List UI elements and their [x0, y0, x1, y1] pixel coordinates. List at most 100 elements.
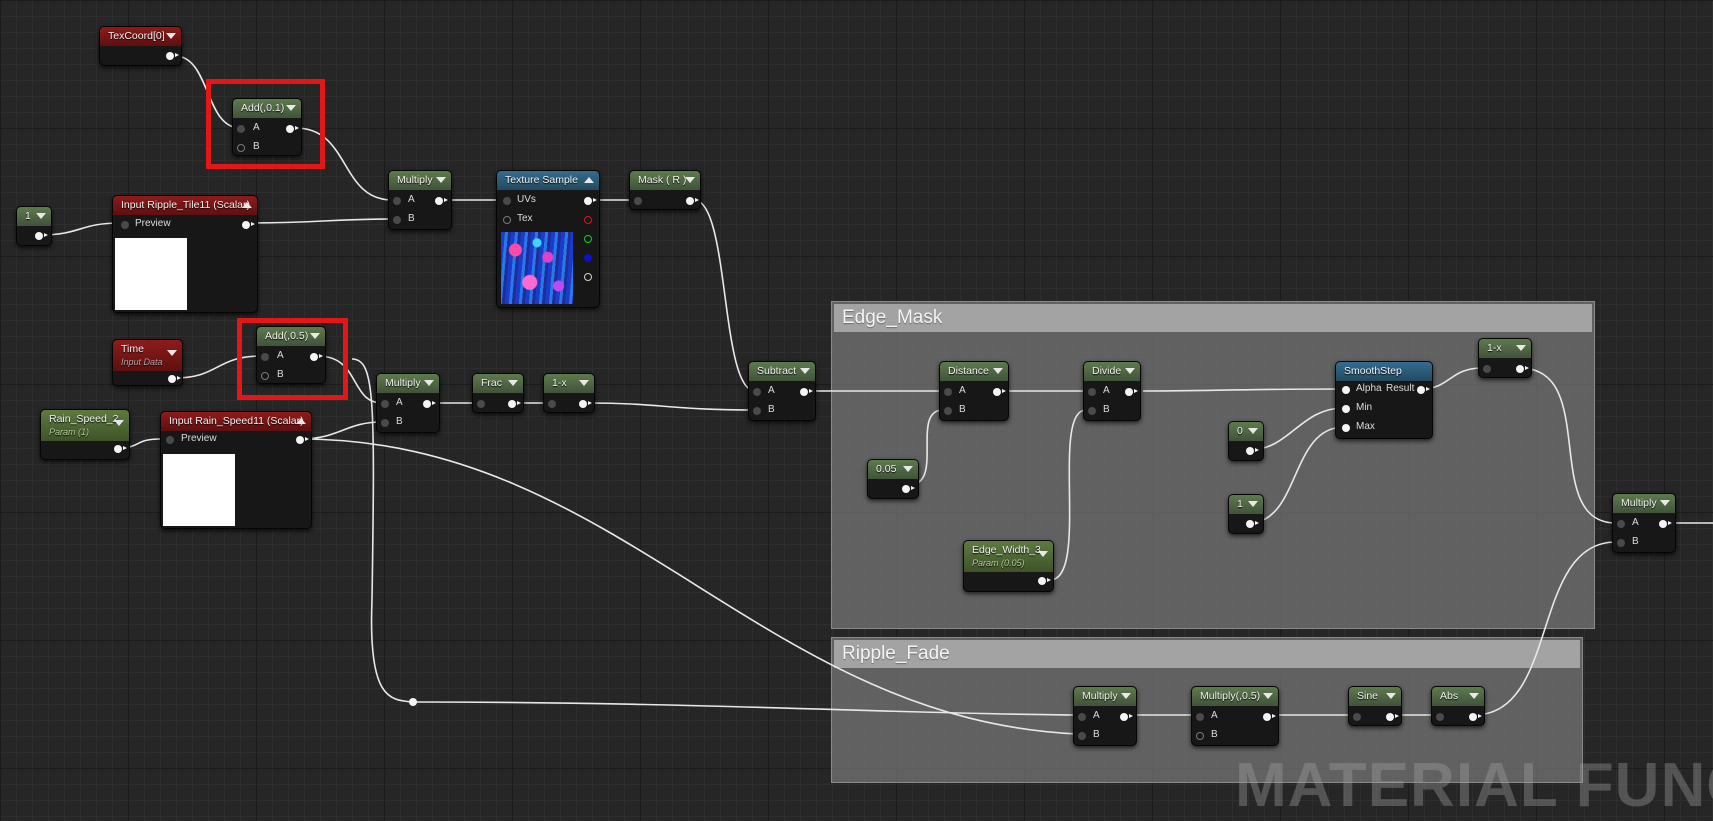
- input-pin[interactable]: [634, 197, 642, 205]
- collapse-arrow-icon[interactable]: [114, 420, 124, 426]
- input-pin-b[interactable]: [1617, 539, 1625, 547]
- input-pin-b[interactable]: [753, 407, 761, 415]
- distance-node[interactable]: Distance A B: [939, 361, 1009, 421]
- one-minus-x-node-right[interactable]: 1-x: [1478, 338, 1532, 378]
- texcoord-node[interactable]: TexCoord[0]: [99, 26, 182, 66]
- texture-sample-node[interactable]: Texture Sample UVs Tex: [496, 170, 600, 308]
- collapse-arrow-icon[interactable]: [1660, 500, 1670, 506]
- collapse-arrow-icon[interactable]: [1248, 501, 1258, 507]
- output-pin[interactable]: [1386, 713, 1399, 721]
- rgb-output-pin[interactable]: [584, 197, 597, 205]
- multiply-node-fade[interactable]: Multiply A B: [1073, 686, 1137, 746]
- uvs-input-pin[interactable]: [503, 197, 511, 205]
- smoothstep-node[interactable]: SmoothStep Alpha Result Min Max: [1335, 361, 1433, 439]
- output-pin[interactable]: [686, 197, 699, 205]
- expand-arrow-icon[interactable]: [296, 418, 306, 424]
- collapse-arrow-icon[interactable]: [166, 33, 176, 39]
- multiply-node-mid[interactable]: Multiply A B: [376, 373, 440, 433]
- constant-1-node-right[interactable]: 1: [1228, 494, 1264, 534]
- min-input-pin[interactable]: [1342, 405, 1350, 413]
- output-pin[interactable]: [166, 52, 179, 60]
- input-pin-a[interactable]: [381, 400, 389, 408]
- input-ripple-tile-node[interactable]: Input Ripple_Tile11 (Scalar) Preview: [112, 195, 258, 313]
- collapse-arrow-icon[interactable]: [1121, 693, 1131, 699]
- output-pin[interactable]: [1469, 713, 1482, 721]
- collapse-arrow-icon[interactable]: [1469, 693, 1479, 699]
- constant-0-05-node[interactable]: 0.05: [867, 459, 919, 499]
- input-pin[interactable]: [1436, 713, 1444, 721]
- collapse-arrow-icon[interactable]: [1386, 693, 1396, 699]
- output-pin[interactable]: [1120, 713, 1133, 721]
- collapse-arrow-icon[interactable]: [167, 350, 177, 356]
- output-pin[interactable]: [242, 221, 255, 229]
- collapse-arrow-icon[interactable]: [1038, 551, 1048, 557]
- input-rain-speed-node[interactable]: Input Rain_Speed11 (Scalar) Preview: [160, 411, 312, 529]
- frac-node[interactable]: Frac: [472, 373, 524, 413]
- input-pin[interactable]: [1483, 365, 1491, 373]
- output-pin[interactable]: [423, 400, 436, 408]
- collapse-arrow-icon[interactable]: [579, 380, 589, 386]
- collapse-arrow-icon[interactable]: [1248, 428, 1258, 434]
- input-pin-a[interactable]: [1088, 388, 1096, 396]
- alpha-input-pin[interactable]: [1342, 386, 1350, 394]
- b-output-pin[interactable]: [584, 254, 592, 262]
- input-pin-a[interactable]: [753, 388, 761, 396]
- collapse-arrow-icon[interactable]: [685, 177, 695, 183]
- output-pin[interactable]: [35, 232, 48, 240]
- time-node[interactable]: Time Input Data: [112, 339, 183, 386]
- output-pin[interactable]: [1246, 447, 1259, 455]
- collapse-arrow-icon[interactable]: [436, 177, 446, 183]
- input-pin-b[interactable]: [944, 407, 952, 415]
- output-pin[interactable]: [993, 388, 1006, 396]
- rain-speed-2-param-node[interactable]: Rain_Speed_2 Param (1): [40, 409, 130, 460]
- collapse-arrow-icon[interactable]: [1263, 693, 1273, 699]
- mask-r-node[interactable]: Mask ( R ): [629, 170, 701, 210]
- input-pin-b[interactable]: [393, 216, 401, 224]
- constant-1-node[interactable]: 1: [16, 206, 52, 246]
- collapse-arrow-icon[interactable]: [903, 466, 913, 472]
- input-pin-a[interactable]: [944, 388, 952, 396]
- output-pin[interactable]: [1263, 713, 1276, 721]
- divide-node[interactable]: Divide A B: [1083, 361, 1141, 421]
- input-pin[interactable]: [1353, 713, 1361, 721]
- edge-width-3-param-node[interactable]: Edge_Width_3 Param (0.05): [963, 540, 1054, 592]
- input-pin-b[interactable]: [381, 419, 389, 427]
- collapse-arrow-icon[interactable]: [993, 368, 1003, 374]
- output-pin[interactable]: [1038, 577, 1051, 585]
- output-pin[interactable]: [1516, 365, 1529, 373]
- collapse-arrow-icon[interactable]: [1125, 368, 1135, 374]
- tex-input-pin[interactable]: [503, 216, 511, 224]
- constant-0-node[interactable]: 0: [1228, 421, 1264, 461]
- output-pin[interactable]: [114, 445, 127, 453]
- output-pin[interactable]: [1659, 520, 1672, 528]
- collapse-arrow-icon[interactable]: [424, 380, 434, 386]
- output-pin[interactable]: [579, 400, 592, 408]
- preview-input-pin[interactable]: [166, 436, 174, 444]
- r-output-pin[interactable]: [584, 216, 592, 224]
- max-input-pin[interactable]: [1342, 424, 1350, 432]
- output-pin[interactable]: [296, 436, 309, 444]
- multiply-node-right[interactable]: Multiply A B: [1612, 493, 1676, 553]
- multiply-0-5-node[interactable]: Multiply(,0.5) A B: [1191, 686, 1279, 746]
- output-pin[interactable]: [1246, 520, 1259, 528]
- output-pin[interactable]: [800, 388, 813, 396]
- output-pin[interactable]: [902, 485, 915, 493]
- material-graph-canvas[interactable]: { "comments": { "edge_mask": "Edge_Mask"…: [0, 0, 1713, 820]
- input-pin[interactable]: [548, 400, 556, 408]
- a-output-pin[interactable]: [584, 273, 592, 281]
- preview-input-pin[interactable]: [121, 221, 129, 229]
- abs-node[interactable]: Abs: [1431, 686, 1485, 726]
- output-pin[interactable]: [508, 400, 521, 408]
- collapse-arrow-icon[interactable]: [508, 380, 518, 386]
- input-pin-b[interactable]: [1088, 407, 1096, 415]
- input-pin-b[interactable]: [1078, 732, 1086, 740]
- input-pin-b[interactable]: [1196, 732, 1204, 740]
- input-pin-a[interactable]: [1196, 713, 1204, 721]
- collapse-arrow-icon[interactable]: [1516, 345, 1526, 351]
- subtract-node[interactable]: Subtract A B: [748, 361, 816, 421]
- expand-arrow-icon[interactable]: [584, 177, 594, 183]
- sine-node[interactable]: Sine: [1348, 686, 1402, 726]
- output-pin[interactable]: [435, 197, 448, 205]
- input-pin-a[interactable]: [1617, 520, 1625, 528]
- collapse-arrow-icon[interactable]: [800, 368, 810, 374]
